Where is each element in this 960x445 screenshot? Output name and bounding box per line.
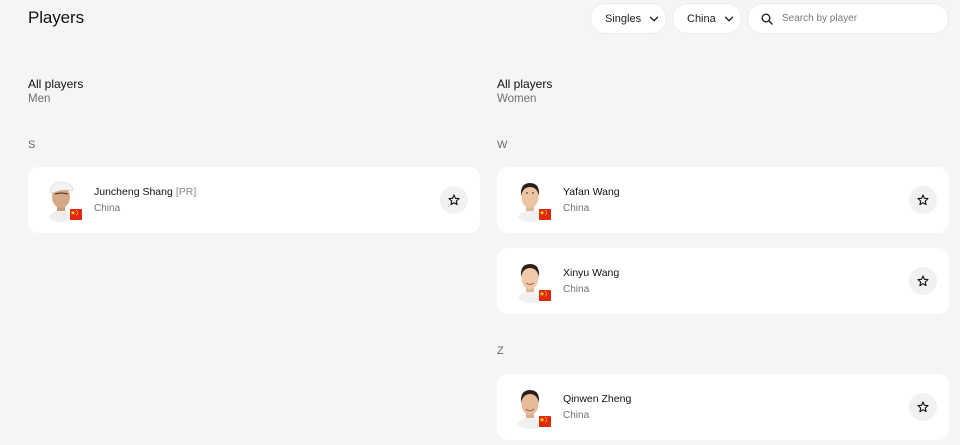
letter-heading: Z: [497, 345, 504, 357]
player-card[interactable]: Juncheng Shang [PR] China: [28, 167, 480, 233]
player-name: Juncheng Shang [PR]: [94, 186, 196, 198]
search-box[interactable]: [748, 4, 948, 33]
page-title: Players: [28, 8, 84, 27]
type-filter-label: Singles: [605, 12, 642, 25]
men-column-header: All players Men: [28, 77, 83, 105]
star-icon: [448, 194, 460, 206]
favorite-button[interactable]: [440, 186, 468, 214]
letter-heading: W: [497, 139, 508, 151]
player-card[interactable]: Yafan Wang China: [497, 167, 949, 233]
player-country: China: [563, 284, 590, 295]
women-column-header: All players Women: [497, 77, 552, 105]
player-name-text: Juncheng Shang: [94, 186, 173, 198]
favorite-button[interactable]: [909, 267, 937, 295]
china-flag-icon: [70, 209, 82, 220]
player-country: China: [563, 410, 590, 421]
player-card[interactable]: Xinyu Wang China: [497, 248, 949, 314]
men-column-title: All players: [28, 77, 84, 91]
star-icon: [917, 194, 929, 206]
letter-heading: S: [28, 139, 36, 151]
player-card[interactable]: Qinwen Zheng China: [497, 374, 949, 440]
player-country: China: [563, 203, 590, 214]
player-name: Yafan Wang: [563, 186, 620, 198]
star-icon: [917, 401, 929, 413]
type-filter-dropdown[interactable]: Singles: [591, 4, 666, 33]
player-tag: [PR]: [175, 186, 197, 198]
player-name: Qinwen Zheng: [563, 393, 632, 405]
search-icon: [761, 13, 773, 25]
chevron-down-icon: [724, 16, 733, 21]
favorite-button[interactable]: [909, 186, 937, 214]
chevron-down-icon: [649, 16, 659, 21]
china-flag-icon: [539, 290, 551, 301]
china-flag-icon: [539, 209, 551, 220]
women-column-subtitle: Women: [497, 93, 537, 105]
favorite-button[interactable]: [909, 393, 937, 421]
men-column-subtitle: Men: [28, 93, 51, 105]
search-input[interactable]: [782, 13, 942, 24]
player-name: Xinyu Wang: [563, 267, 620, 279]
star-icon: [917, 275, 929, 287]
women-column-title: All players: [497, 77, 553, 91]
country-filter-label: China: [687, 12, 716, 25]
country-filter-dropdown[interactable]: China: [673, 4, 741, 33]
china-flag-icon: [539, 416, 551, 427]
player-country: China: [94, 203, 121, 214]
